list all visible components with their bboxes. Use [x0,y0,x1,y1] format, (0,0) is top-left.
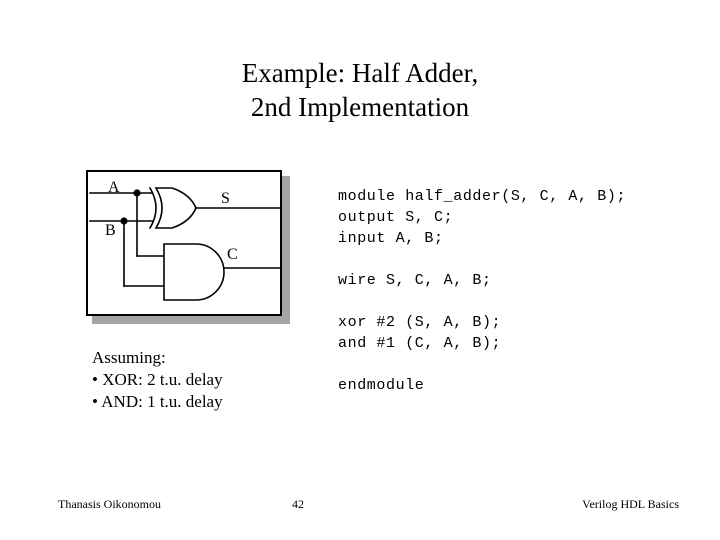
circuit-label-b: B [105,222,116,239]
circuit-label-c: C [227,246,238,263]
xor-gate-back-arc [148,186,157,230]
assuming-item-and: • AND: 1 t.u. delay [92,392,223,411]
footer-page-number: 42 [292,497,304,511]
junction-dot-a [133,189,141,197]
and-gate-body [163,243,225,301]
xor-gate-body [154,187,197,229]
code-block-declaration: module half_adder(S, C, A, B); output S,… [338,188,627,247]
junction-dot-b [120,217,128,225]
assuming-block: Assuming: • XOR: 2 t.u. delay • AND: 1 t… [92,347,302,413]
circuit-label-a: A [108,179,120,196]
page-title: Example: Half Adder, 2nd Implementation [241,58,479,122]
assuming-item-xor: • XOR: 2 t.u. delay [92,370,223,389]
footer-author: Thanasis Oikonomou [58,497,161,511]
slide-canvas: Example: Half Adder, 2nd Implementation [0,0,720,540]
circuit-label-s: S [221,190,230,207]
code-block-wire: wire S, C, A, B; [338,272,492,289]
code-block-gates: xor #2 (S, A, B); and #1 (C, A, B); [338,314,502,352]
code-block-endmodule: endmodule [338,377,425,394]
assuming-heading: Assuming: [92,348,166,367]
footer-course-title: Verilog HDL Basics [582,497,679,511]
